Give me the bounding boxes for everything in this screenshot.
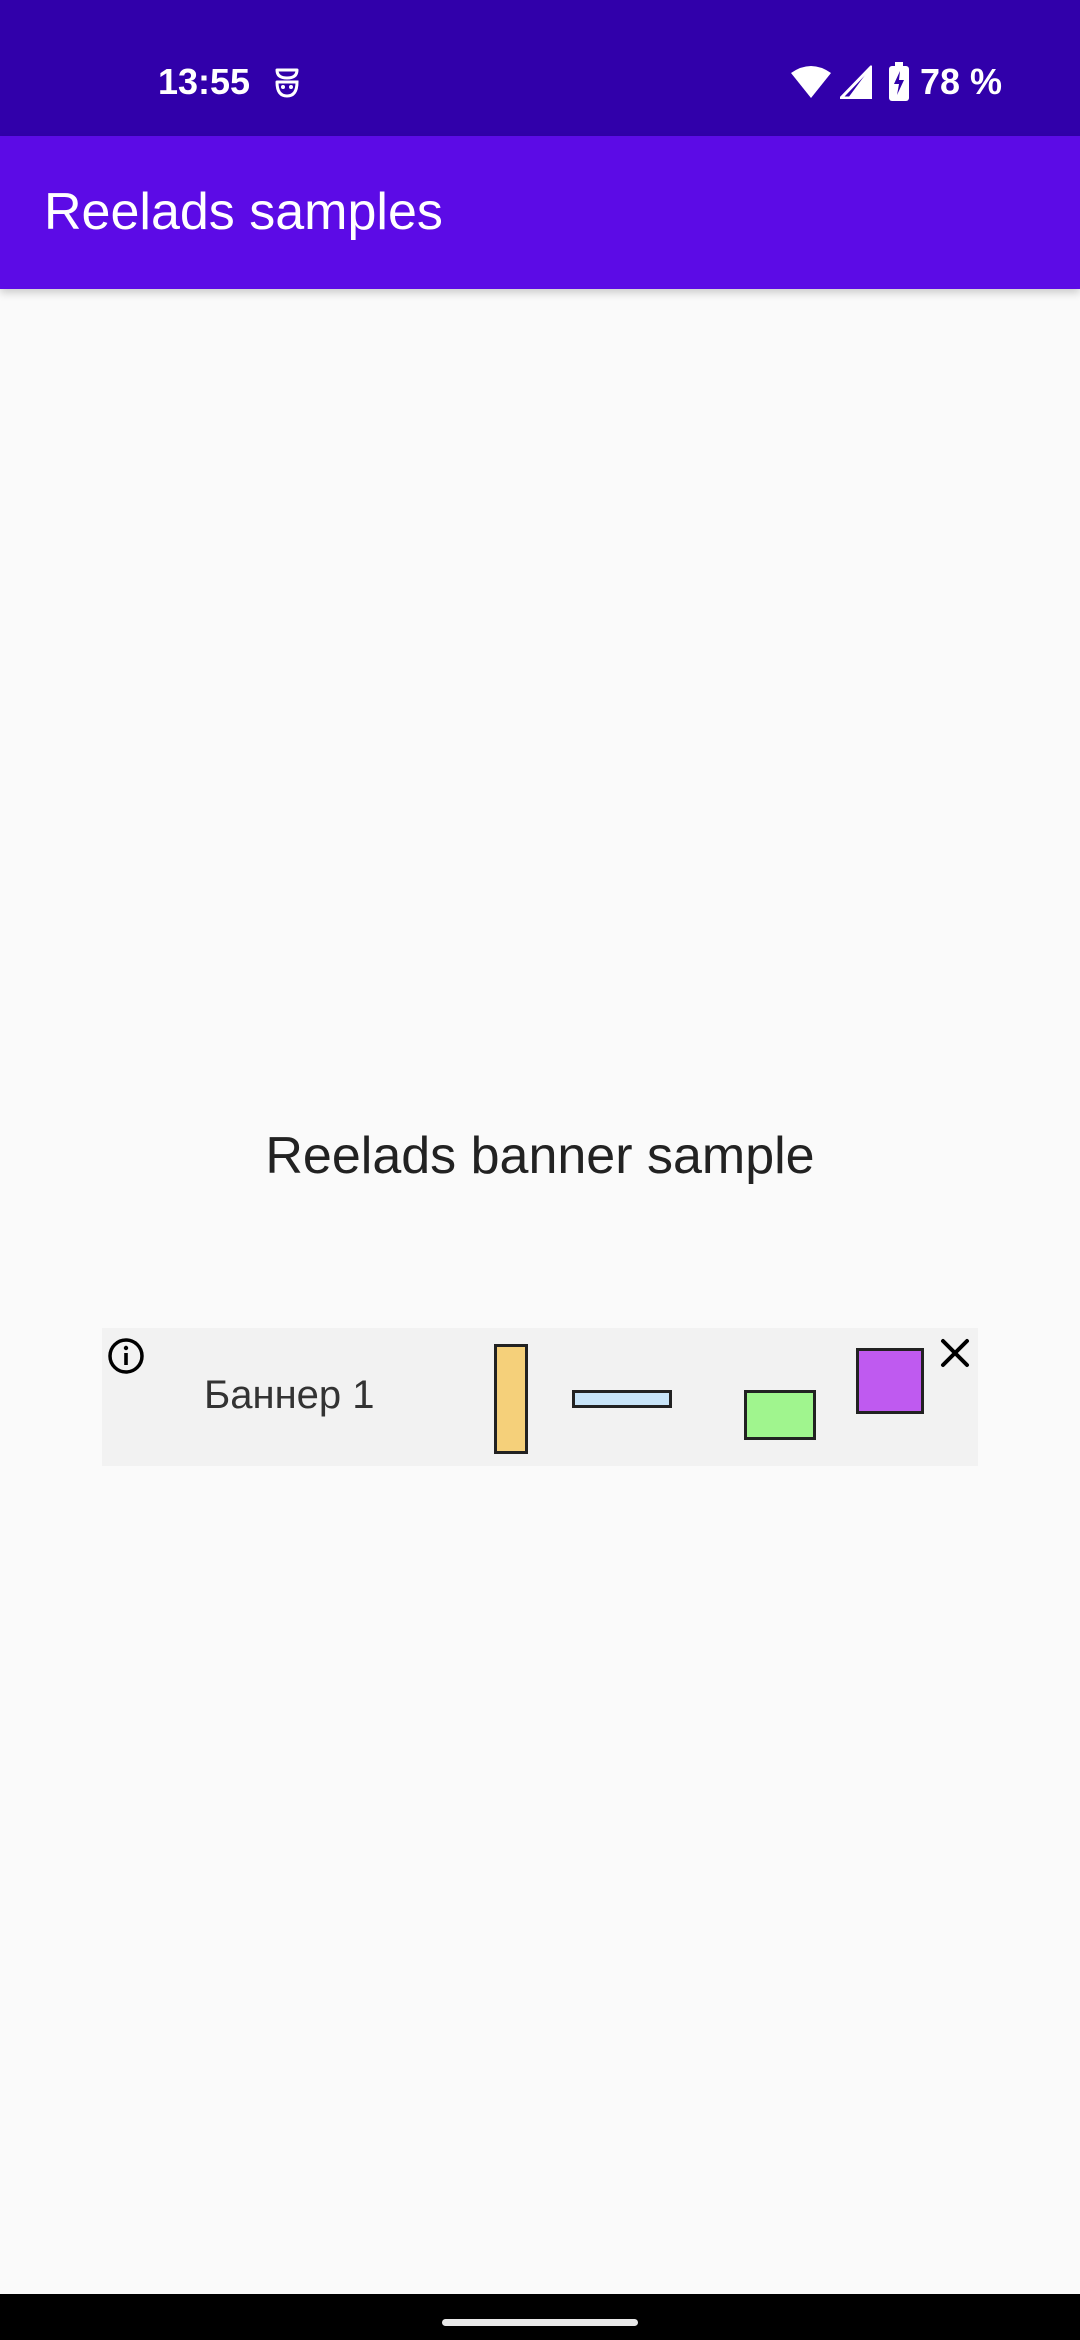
battery-percentage: 78 % [919, 61, 1002, 102]
ad-banner[interactable]: Баннер 1 [102, 1328, 978, 1466]
battery-charging-icon [888, 62, 909, 101]
blue-rectangle [572, 1390, 672, 1408]
status-time: 13:55 [158, 61, 251, 102]
banner-sample-heading: Reelads banner sample [265, 1127, 815, 1185]
info-icon[interactable] [106, 1336, 146, 1376]
purple-square [856, 1348, 924, 1414]
home-gesture-handle[interactable] [442, 2319, 638, 2326]
wifi-icon [790, 66, 831, 98]
status-bar: 13:55 78 % [0, 0, 1080, 136]
green-rectangle [744, 1390, 816, 1440]
app-title: Reelads samples [44, 183, 443, 241]
face-notification-icon [275, 68, 299, 98]
app-bar: Reelads samples [0, 136, 1080, 289]
signal-icon [839, 65, 872, 99]
banner-text: Баннер 1 [204, 1373, 375, 1417]
navigation-bar [0, 2294, 1080, 2340]
close-icon[interactable] [938, 1336, 972, 1370]
yellow-rectangle [494, 1344, 528, 1454]
status-icons: 78 % [790, 58, 1002, 106]
